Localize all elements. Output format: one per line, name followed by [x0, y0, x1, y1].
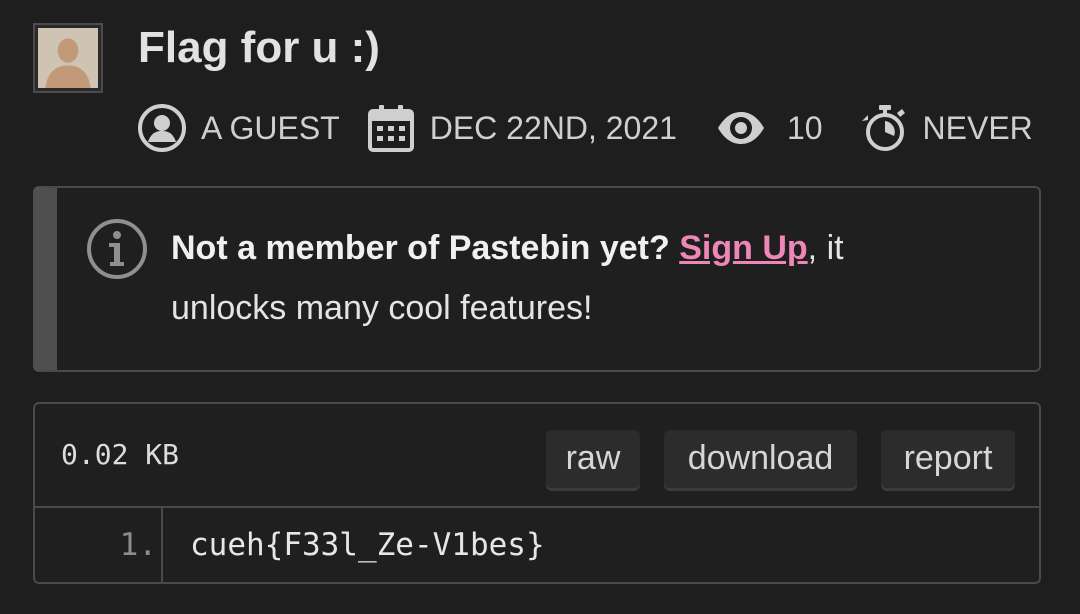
- signup-notice: Not a member of Pastebin yet? Sign Up, i…: [33, 186, 1041, 372]
- meta-views-text: 10: [786, 109, 823, 146]
- meta-expiry: NEVER: [861, 103, 1033, 153]
- notice-rest-line2: unlocks many cool features!: [171, 289, 593, 327]
- code-header: 0.02 KB raw download report: [35, 404, 1039, 508]
- download-button[interactable]: download: [664, 430, 857, 488]
- notice-rest-line1: , it: [807, 229, 844, 267]
- paste-title: Flag for u :): [138, 23, 380, 72]
- notice-question: Not a member of Pastebin yet?: [171, 229, 670, 267]
- meta-date-text: DEC 22ND, 2021: [429, 109, 677, 146]
- notice-text: Not a member of Pastebin yet? Sign Up, i…: [171, 218, 1011, 338]
- meta-expiry-text: NEVER: [922, 109, 1033, 146]
- code-box: 0.02 KB raw download report 1. cueh{F33l…: [33, 402, 1041, 584]
- paste-meta: A GUEST DEC 22ND, 2021 10 NEVER: [137, 101, 1033, 155]
- meta-views: 10: [715, 103, 823, 153]
- file-size: 0.02 KB: [61, 438, 180, 471]
- eye-icon: [717, 112, 764, 144]
- report-button[interactable]: report: [881, 430, 1015, 488]
- signup-link[interactable]: Sign Up: [679, 229, 807, 267]
- meta-user: A GUEST: [137, 103, 340, 153]
- code-line: 1. cueh{F33l_Ze-V1bes}: [35, 508, 1039, 582]
- line-number: 1.: [35, 508, 163, 582]
- meta-date: DEC 22ND, 2021: [366, 103, 677, 153]
- line-code[interactable]: cueh{F33l_Ze-V1bes}: [190, 508, 545, 582]
- avatar: [33, 23, 103, 93]
- raw-button[interactable]: raw: [546, 430, 640, 488]
- meta-user-text[interactable]: A GUEST: [201, 110, 340, 147]
- stopwatch-icon: [861, 105, 905, 151]
- user-circle-icon: [138, 104, 186, 152]
- guest-avatar-icon: [38, 28, 98, 88]
- info-icon: [87, 219, 147, 279]
- calendar-icon: [367, 105, 414, 152]
